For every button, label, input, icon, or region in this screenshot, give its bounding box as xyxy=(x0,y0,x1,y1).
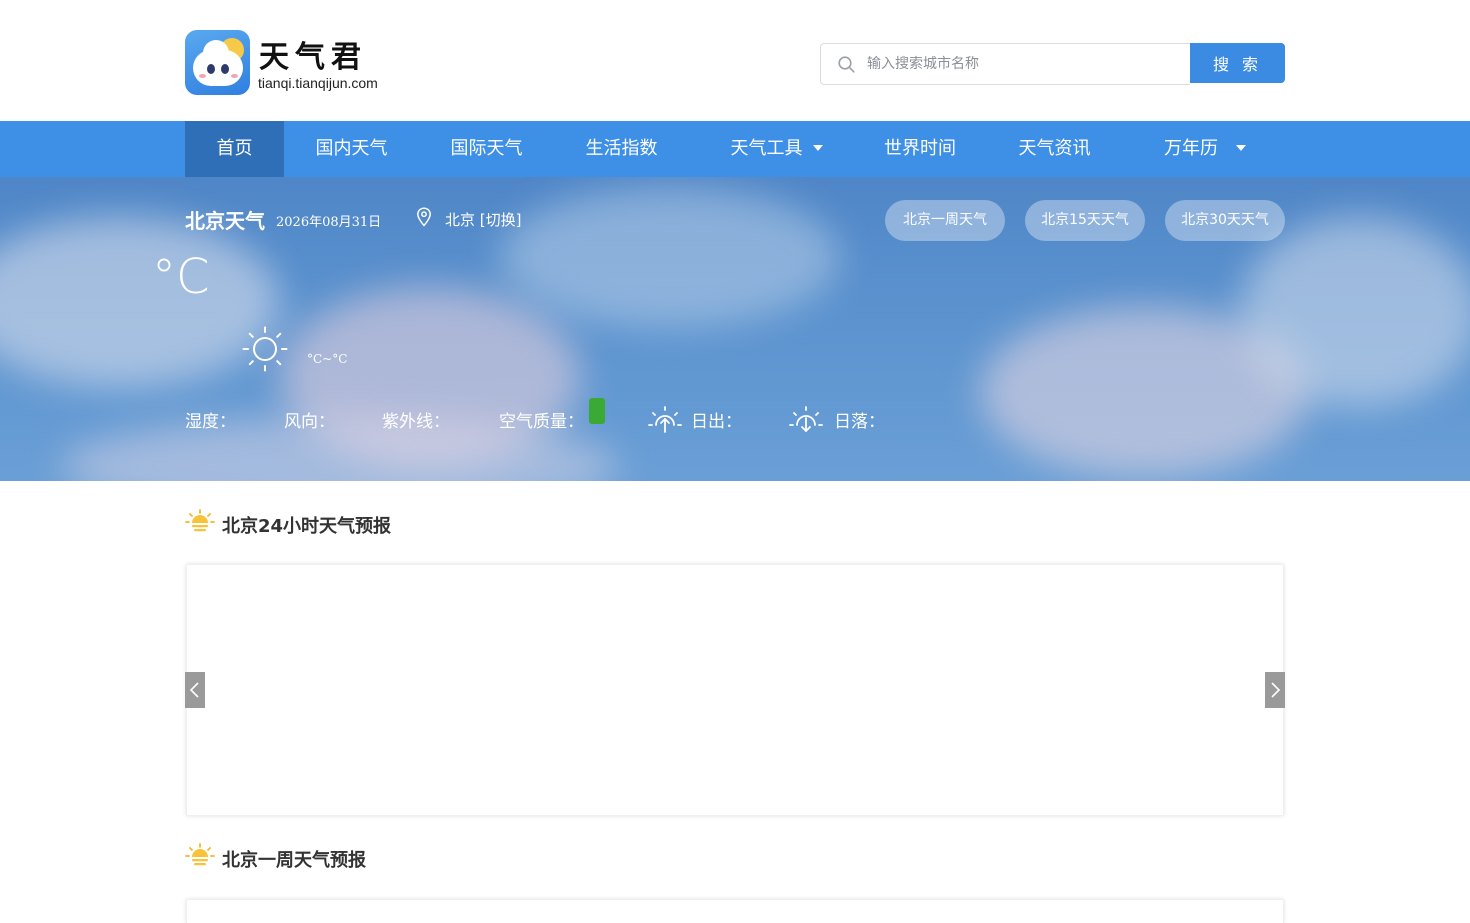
weekly-forecast-panel xyxy=(186,899,1284,923)
search-input[interactable] xyxy=(867,44,1177,84)
30day-weather-button[interactable]: 北京30天天气 xyxy=(1165,200,1285,241)
sun-section-icon xyxy=(185,509,215,532)
air-quality-label: 空气质量： xyxy=(499,412,584,432)
prev-arrow-button[interactable] xyxy=(185,672,205,708)
main-nav: 首页 国内天气 国际天气 生活指数 天气工具 世界时间 天气资讯 万年历 xyxy=(0,121,1470,177)
weather-date: 2026年08月31日 xyxy=(276,215,382,230)
search-box xyxy=(820,43,1190,85)
nav-item-label: 生活指数 xyxy=(585,138,658,159)
sunny-icon xyxy=(242,326,288,372)
uv-label: 紫外线： xyxy=(382,412,450,432)
sunrise-icon xyxy=(648,406,682,433)
chevron-left-icon xyxy=(189,682,199,698)
nav-item-home[interactable]: 首页 xyxy=(185,121,284,177)
cloud-decoration xyxy=(0,217,280,387)
wind-label: 风向： xyxy=(284,412,335,432)
cloud-decoration xyxy=(500,187,840,327)
nav-item-label: 天气工具 xyxy=(730,138,803,159)
humidity-label: 湿度： xyxy=(185,412,236,432)
nav-item-label: 国际天气 xyxy=(450,138,523,159)
nav-item-calendar[interactable]: 万年历 xyxy=(1130,121,1280,177)
sunset-icon xyxy=(789,406,823,433)
search-button[interactable]: 搜 索 xyxy=(1190,43,1285,83)
current-temperature: °C xyxy=(152,249,210,305)
nav-item-domestic[interactable]: 国内天气 xyxy=(284,121,419,177)
location-pin-icon xyxy=(417,207,431,227)
nav-item-label: 国内天气 xyxy=(315,138,388,159)
caret-down-icon xyxy=(1236,144,1246,151)
search-icon xyxy=(838,56,855,73)
nav-item-label: 世界时间 xyxy=(884,138,956,159)
brand-name[interactable]: 天气君 xyxy=(259,32,367,76)
caret-down-icon xyxy=(812,144,823,151)
location-switch-link[interactable]: 北京 [切换] xyxy=(445,209,521,230)
sunset-label: 日落： xyxy=(834,412,885,432)
weekly-forecast-title: 北京一周天气预报 xyxy=(222,850,366,871)
nav-item-weather-news[interactable]: 天气资讯 xyxy=(987,121,1122,177)
nav-item-weather-tools[interactable]: 天气工具 xyxy=(689,121,864,177)
weather-hero: 北京天气 2026年08月31日 北京 [切换] 北京一周天气 北京15天天气 … xyxy=(0,177,1470,481)
15day-weather-button[interactable]: 北京15天天气 xyxy=(1025,200,1145,241)
brand-url: tianqi.tianqijun.com xyxy=(258,75,378,91)
page: 天气君 tianqi.tianqijun.com 搜 索 首页 国内天气 国际天… xyxy=(0,0,1470,923)
sun-section-icon xyxy=(185,843,215,866)
air-quality-badge xyxy=(589,398,605,424)
hourly-forecast-panel xyxy=(186,564,1284,816)
temperature-range: °C~°C xyxy=(307,352,348,366)
nav-item-international[interactable]: 国际天气 xyxy=(419,121,554,177)
nav-item-world-time[interactable]: 世界时间 xyxy=(864,121,976,177)
nav-item-label: 万年历 xyxy=(1164,138,1218,159)
nav-item-label: 首页 xyxy=(216,138,253,159)
hourly-forecast-title: 北京24小时天气预报 xyxy=(222,516,392,537)
nav-item-life-index[interactable]: 生活指数 xyxy=(554,121,689,177)
chevron-right-icon xyxy=(1271,682,1281,698)
next-arrow-button[interactable] xyxy=(1265,672,1285,708)
logo-icon[interactable] xyxy=(185,30,250,95)
cloud-decoration xyxy=(1240,217,1470,407)
nav-item-label: 天气资讯 xyxy=(1018,138,1091,159)
week-weather-button[interactable]: 北京一周天气 xyxy=(885,200,1005,241)
city-weather-title: 北京天气 xyxy=(185,209,265,233)
site-header: 天气君 tianqi.tianqijun.com 搜 索 xyxy=(0,0,1470,121)
sunrise-label: 日出： xyxy=(691,412,742,432)
